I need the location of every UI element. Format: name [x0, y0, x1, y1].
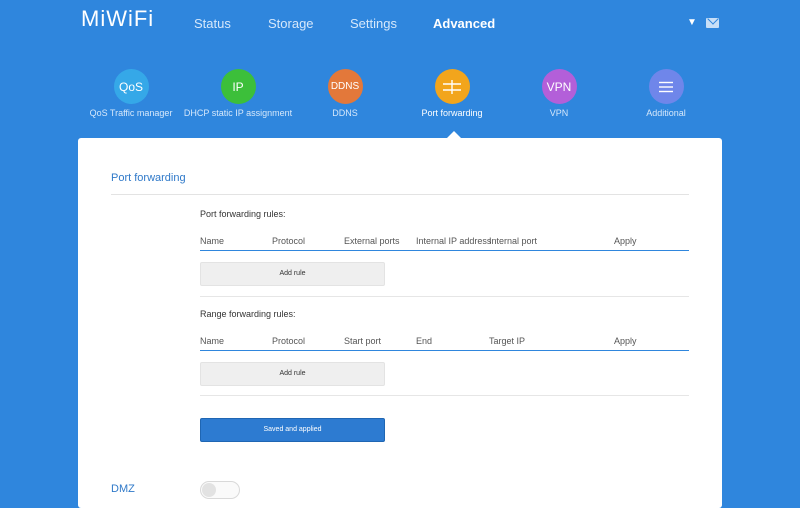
- divider: [200, 296, 689, 297]
- column-header: Target IP: [489, 336, 526, 346]
- qos-icon: QoS: [113, 69, 149, 104]
- column-header: Start port: [344, 336, 382, 346]
- subnav-label: Additional: [646, 108, 686, 118]
- subnav-dhcp[interactable]: IP DHCP static IP assignment: [178, 69, 298, 118]
- ip-icon: IP: [220, 69, 256, 104]
- vpn-icon: VPN: [541, 69, 577, 104]
- subnav-label: VPN: [549, 108, 569, 118]
- add-port-rule-button[interactable]: Add rule: [200, 262, 385, 286]
- active-tab-pointer: [447, 131, 461, 138]
- port-forwarding-glyph: [443, 79, 461, 94]
- nav-status[interactable]: Status: [194, 16, 231, 31]
- subnav-port-forwarding[interactable]: Port forwarding: [392, 69, 512, 118]
- dmz-label: DMZ: [111, 483, 135, 495]
- subnav-ddns[interactable]: DDNS DDNS: [285, 69, 405, 118]
- range-rules-header: Name Protocol Start port End Target IP A…: [200, 336, 689, 351]
- logo: MiWiFi: [81, 6, 155, 31]
- port-rules-title: Port forwarding rules:: [200, 209, 286, 219]
- column-header: Apply: [614, 236, 637, 246]
- subnav-label: DDNS: [332, 108, 358, 118]
- column-header: External ports: [344, 236, 400, 246]
- toggle-knob: [202, 483, 216, 497]
- chevron-down-icon[interactable]: ▼: [687, 17, 697, 28]
- divider: [111, 194, 689, 195]
- column-header: End: [416, 336, 433, 346]
- column-header: Protocol: [272, 236, 306, 246]
- nav-advanced[interactable]: Advanced: [433, 16, 495, 31]
- nav-settings[interactable]: Settings: [350, 16, 397, 31]
- column-header: Name: [200, 236, 225, 246]
- column-header: Apply: [614, 336, 637, 346]
- column-header: Internal IP address: [416, 236, 492, 246]
- top-bar: MiWiFi Status Storage Settings Advanced …: [0, 0, 800, 52]
- subnav-label: Port forwarding: [421, 108, 483, 118]
- add-range-rule-button[interactable]: Add rule: [200, 362, 385, 386]
- column-header: Protocol: [272, 336, 306, 346]
- menu-glyph: [659, 81, 673, 92]
- column-header: Internal port: [489, 236, 538, 246]
- save-apply-button[interactable]: Saved and applied: [200, 418, 385, 442]
- range-rules-title: Range forwarding rules:: [200, 309, 296, 319]
- menu-icon: [648, 69, 684, 104]
- subnav-label: QoS Traffic manager: [89, 108, 173, 118]
- column-header: Name: [200, 336, 225, 346]
- port-forwarding-icon: [434, 69, 470, 104]
- subnav-qos[interactable]: QoS QoS Traffic manager: [71, 69, 191, 118]
- subnav-label: DHCP static IP assignment: [183, 108, 293, 118]
- subnav-vpn[interactable]: VPN VPN: [499, 69, 619, 118]
- dmz-toggle[interactable]: [200, 481, 240, 499]
- content-panel: Port forwarding Port forwarding rules: N…: [78, 138, 722, 508]
- ddns-icon: DDNS: [327, 69, 363, 104]
- nav-storage[interactable]: Storage: [268, 16, 314, 31]
- page-title: Port forwarding: [111, 172, 186, 184]
- top-right-controls: ▼: [687, 17, 719, 28]
- divider: [200, 395, 689, 396]
- subnav-additional[interactable]: Additional: [606, 69, 726, 118]
- mail-icon[interactable]: [705, 17, 719, 28]
- port-rules-header: Name Protocol External ports Internal IP…: [200, 236, 689, 251]
